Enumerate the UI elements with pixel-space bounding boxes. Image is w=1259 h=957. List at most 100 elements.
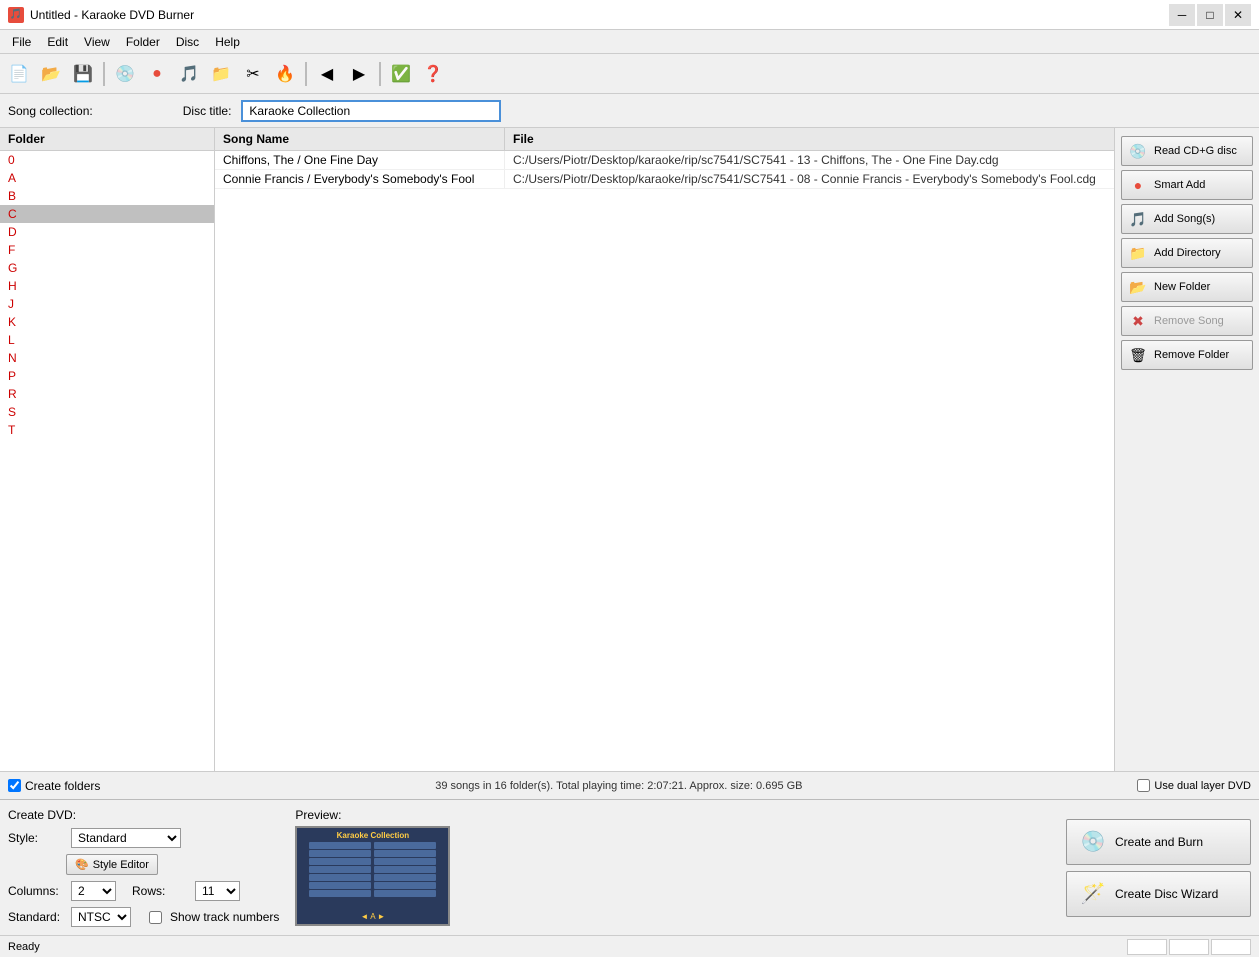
song-row-2[interactable]: Connie Francis / Everybody's Somebody's … xyxy=(215,170,1114,189)
folder-item-t[interactable]: T xyxy=(0,421,214,439)
song-file-2: C:/Users/Piotr/Desktop/karaoke/rip/sc754… xyxy=(505,170,1114,188)
song-col-name-header: Song Name xyxy=(215,128,505,150)
preview-song-2 xyxy=(309,850,371,857)
menu-folder[interactable]: Folder xyxy=(118,33,168,51)
add-songs-icon: 🎵 xyxy=(1128,209,1148,229)
toolbar-save[interactable]: 💾 xyxy=(68,59,98,89)
new-folder-button[interactable]: 📂 New Folder xyxy=(1121,272,1253,302)
toolbar-back[interactable]: ◀ xyxy=(312,59,342,89)
preview-col-1 xyxy=(309,842,371,912)
dual-layer-group: Use dual layer DVD xyxy=(1137,779,1251,792)
song-row-1[interactable]: Chiffons, The / One Fine Day C:/Users/Pi… xyxy=(215,151,1114,170)
folder-item-a[interactable]: A xyxy=(0,169,214,187)
create-folders-checkbox[interactable] xyxy=(8,779,21,792)
toolbar-sep-3 xyxy=(379,62,381,86)
folder-item-b[interactable]: B xyxy=(0,187,214,205)
dvd-creator: Create DVD: Style: Standard Classic Mode… xyxy=(0,799,1259,935)
dvd-columns-select[interactable]: 2 1 3 4 xyxy=(71,881,116,901)
folder-item-0[interactable]: 0 xyxy=(0,151,214,169)
toolbar-open[interactable]: 📂 xyxy=(36,59,66,89)
song-name-2: Connie Francis / Everybody's Somebody's … xyxy=(215,170,505,188)
folder-item-r[interactable]: R xyxy=(0,385,214,403)
dvd-style-label: Style: xyxy=(8,831,63,845)
status-ready-text: Ready xyxy=(8,941,40,953)
toolbar-check[interactable]: ✅ xyxy=(386,59,416,89)
folder-item-k[interactable]: K xyxy=(0,313,214,331)
add-directory-button[interactable]: 📁 Add Directory xyxy=(1121,238,1253,268)
preview-song-1 xyxy=(309,842,371,849)
style-editor-icon: 🎨 xyxy=(75,858,89,871)
toolbar-remove[interactable]: ✂ xyxy=(238,59,268,89)
folder-item-h[interactable]: H xyxy=(0,277,214,295)
status-indicators xyxy=(1127,939,1251,955)
preview-title: Karaoke Collection xyxy=(337,828,409,842)
folder-item-n[interactable]: N xyxy=(0,349,214,367)
smart-add-button[interactable]: ● Smart Add xyxy=(1121,170,1253,200)
toolbar-add-song[interactable]: 🎵 xyxy=(174,59,204,89)
smart-add-label: Smart Add xyxy=(1154,179,1205,191)
dvd-style-row: Style: Standard Classic Modern Custom xyxy=(8,828,279,848)
song-collection-label: Song collection: xyxy=(8,104,93,118)
dvd-columns-label: Columns: xyxy=(8,884,63,898)
dual-layer-label: Use dual layer DVD xyxy=(1154,780,1251,792)
folder-panel: Folder 0 A B C D F G H J K L N P R S T xyxy=(0,128,215,771)
right-panel: 💿 Read CD+G disc ● Smart Add 🎵 Add Song(… xyxy=(1114,128,1259,771)
menu-edit[interactable]: Edit xyxy=(39,33,76,51)
preview-col-2 xyxy=(374,842,436,912)
remove-folder-icon: 🗑 xyxy=(1128,345,1148,365)
read-cdg-disc-button[interactable]: 💿 Read CD+G disc xyxy=(1121,136,1253,166)
show-track-numbers-checkbox[interactable] xyxy=(149,911,162,924)
toolbar-read-cd[interactable]: 💿 xyxy=(110,59,140,89)
remove-song-button[interactable]: ✖ Remove Song xyxy=(1121,306,1253,336)
maximize-button[interactable]: □ xyxy=(1197,4,1223,26)
create-and-burn-icon: 💿 xyxy=(1079,828,1107,856)
style-editor-button[interactable]: 🎨 Style Editor xyxy=(66,854,158,875)
toolbar-forward[interactable]: ▶ xyxy=(344,59,374,89)
create-disc-wizard-button[interactable]: 🪄 Create Disc Wizard xyxy=(1066,871,1251,917)
create-folders-group: Create folders xyxy=(8,779,100,793)
preview-song-6 xyxy=(309,882,371,889)
preview-label: Preview: xyxy=(295,808,341,822)
add-songs-label: Add Song(s) xyxy=(1154,213,1215,225)
song-name-1: Chiffons, The / One Fine Day xyxy=(215,151,505,169)
toolbar-sep-2 xyxy=(305,62,307,86)
new-folder-label: New Folder xyxy=(1154,281,1210,293)
dvd-standard-select[interactable]: NTSC PAL xyxy=(71,907,131,927)
folder-item-s[interactable]: S xyxy=(0,403,214,421)
menu-file[interactable]: File xyxy=(4,33,39,51)
dvd-rows-select[interactable]: 5 7 8 9 10 11 12 xyxy=(195,881,240,901)
menu-view[interactable]: View xyxy=(76,33,118,51)
folder-item-p[interactable]: P xyxy=(0,367,214,385)
show-track-numbers-label: Show track numbers xyxy=(170,910,279,924)
folder-item-c[interactable]: C xyxy=(0,205,214,223)
menu-disc[interactable]: Disc xyxy=(168,33,207,51)
toolbar-add-dir[interactable]: 📁 xyxy=(206,59,236,89)
close-button[interactable]: ✕ xyxy=(1225,4,1251,26)
remove-folder-button[interactable]: 🗑 Remove Folder xyxy=(1121,340,1253,370)
folder-item-j[interactable]: J xyxy=(0,295,214,313)
toolbar-new[interactable]: 📄 xyxy=(4,59,34,89)
preview-song-5 xyxy=(309,874,371,881)
minimize-button[interactable]: ─ xyxy=(1169,4,1195,26)
toolbar-burn[interactable]: 🔥 xyxy=(270,59,300,89)
folder-item-d[interactable]: D xyxy=(0,223,214,241)
add-songs-button[interactable]: 🎵 Add Song(s) xyxy=(1121,204,1253,234)
create-and-burn-button[interactable]: 💿 Create and Burn xyxy=(1066,819,1251,865)
preview-song-8 xyxy=(374,842,436,849)
folder-item-g[interactable]: G xyxy=(0,259,214,277)
toolbar-smart-add[interactable]: ● xyxy=(142,59,172,89)
dvd-settings: Create DVD: Style: Standard Classic Mode… xyxy=(8,808,279,927)
dual-layer-checkbox[interactable] xyxy=(1137,779,1150,792)
dvd-style-select[interactable]: Standard Classic Modern Custom xyxy=(71,828,181,848)
disc-title-label: Disc title: xyxy=(183,104,232,118)
disc-title-input[interactable] xyxy=(241,100,501,122)
preview-song-14 xyxy=(374,890,436,897)
menu-help[interactable]: Help xyxy=(207,33,248,51)
toolbar-help[interactable]: ❓ xyxy=(418,59,448,89)
remove-song-icon: ✖ xyxy=(1128,311,1148,331)
window-title: Untitled - Karaoke DVD Burner xyxy=(30,8,194,22)
folder-item-f[interactable]: F xyxy=(0,241,214,259)
song-col-file-header: File xyxy=(505,128,1114,150)
status-ind-3 xyxy=(1211,939,1251,955)
folder-item-l[interactable]: L xyxy=(0,331,214,349)
